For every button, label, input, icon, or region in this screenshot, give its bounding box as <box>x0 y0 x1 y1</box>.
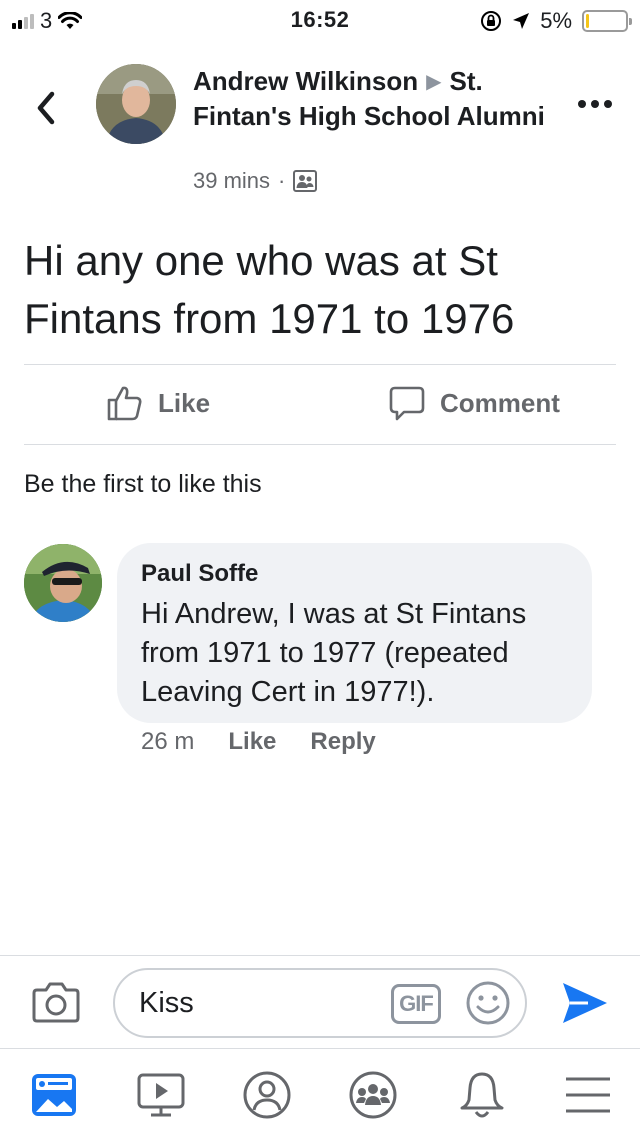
tab-notifications[interactable] <box>456 1069 508 1121</box>
gif-button-label: GIF <box>399 991 434 1016</box>
post-timestamp[interactable]: 39 mins <box>193 168 270 194</box>
divider <box>24 364 616 365</box>
author-avatar-image <box>96 64 176 144</box>
post-text: Hi any one who was at St Fintans from 19… <box>24 237 515 342</box>
comment-meta: 26 m Like Reply <box>141 728 376 756</box>
comment-reply-button[interactable]: Reply <box>310 728 375 756</box>
camera-icon[interactable] <box>32 980 80 1024</box>
group-members-icon <box>293 170 318 192</box>
comment-input-value[interactable]: Kiss <box>139 987 194 1020</box>
comment-composer: Kiss GIF <box>0 955 640 1048</box>
likes-summary: Be the first to like this <box>24 470 262 498</box>
comment-like-button[interactable]: Like <box>228 728 276 756</box>
location-arrow-icon <box>513 13 530 29</box>
send-icon[interactable] <box>560 980 610 1026</box>
gif-button[interactable]: GIF <box>391 984 441 1024</box>
tab-groups[interactable] <box>347 1069 399 1121</box>
comment-bubble[interactable]: Paul Soffe Hi Andrew, I was at St Fintan… <box>117 543 592 723</box>
status-right: 5% <box>480 8 632 34</box>
post-meta: 39 mins · <box>193 168 318 194</box>
battery-level-fill <box>586 14 590 28</box>
battery-percent: 5% <box>540 8 572 33</box>
commenter-avatar[interactable] <box>24 544 102 622</box>
meta-separator: · <box>278 168 286 193</box>
profile-icon <box>243 1071 291 1119</box>
notifications-icon <box>460 1072 504 1118</box>
author-avatar[interactable] <box>96 64 176 144</box>
arrow-right-icon: ▶ <box>426 71 442 93</box>
status-bar: 3 16:52 5% <box>0 0 640 40</box>
comment-button[interactable]: Comment <box>388 384 560 422</box>
comment-bubble-icon <box>389 386 425 421</box>
tab-watch[interactable] <box>135 1069 187 1121</box>
watch-icon <box>137 1073 185 1117</box>
menu-icon <box>566 1077 610 1113</box>
tab-news-feed[interactable] <box>28 1069 80 1121</box>
bottom-tab-bar <box>0 1048 640 1136</box>
more-options-icon[interactable] <box>578 100 612 108</box>
back-chevron-icon[interactable] <box>30 88 62 128</box>
comment-button-label: Comment <box>440 387 560 418</box>
commenter-avatar-image <box>24 544 102 622</box>
comment-timestamp: 26 m <box>141 728 195 755</box>
like-button[interactable]: Like <box>106 384 210 422</box>
commenter-name[interactable]: Paul Soffe <box>141 559 568 589</box>
battery-icon <box>582 10 632 32</box>
tab-profile[interactable] <box>241 1069 293 1121</box>
groups-icon <box>349 1071 397 1119</box>
news-feed-icon <box>32 1074 76 1116</box>
emoji-icon[interactable] <box>465 980 511 1026</box>
comment-input[interactable]: Kiss GIF <box>113 968 527 1038</box>
rotation-lock-icon <box>481 11 502 31</box>
author-name[interactable]: Andrew Wilkinson <box>193 66 418 96</box>
post-header-title[interactable]: Andrew Wilkinson ▶ St. Fintan's High Schoo… <box>193 64 553 133</box>
tab-menu[interactable] <box>562 1069 614 1121</box>
thumbs-up-icon <box>107 386 142 421</box>
like-button-label: Like <box>158 387 211 418</box>
divider <box>24 444 616 445</box>
comment-text: Hi Andrew, I was at St Fintans from 1971… <box>141 598 527 708</box>
